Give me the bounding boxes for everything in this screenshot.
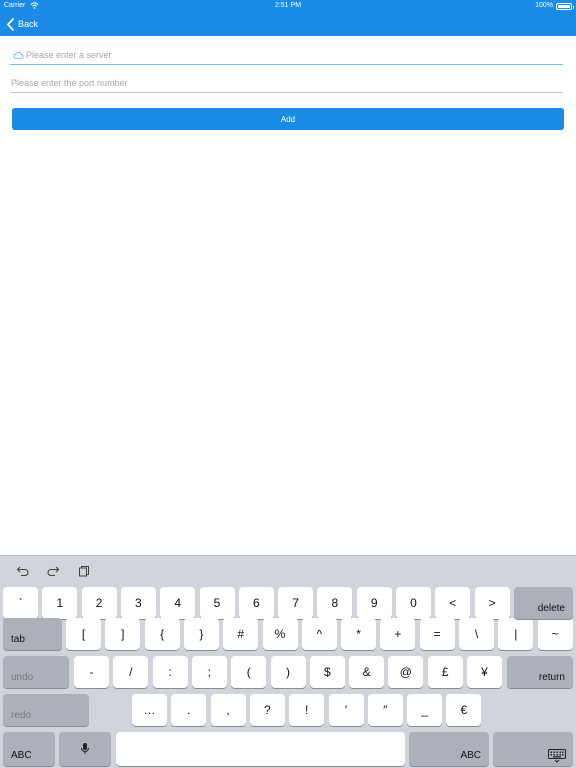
key-row2-5[interactable]: % xyxy=(262,618,298,650)
key-row1-2[interactable]: 2 xyxy=(81,587,117,619)
key-row1-12[interactable]: > xyxy=(474,587,510,619)
key-row2-9[interactable]: = xyxy=(419,618,455,650)
battery-icon xyxy=(556,3,574,10)
server-input[interactable] xyxy=(10,45,563,64)
key-row2-12[interactable]: ~ xyxy=(537,618,573,650)
battery-percent: 100% xyxy=(535,2,553,9)
key-row1-10[interactable]: 0 xyxy=(396,587,431,619)
tab-key[interactable]: tab xyxy=(3,618,62,650)
key-row3-1[interactable]: / xyxy=(113,656,149,688)
keyboard-dismiss-icon xyxy=(548,749,566,763)
keyboard-dismiss-key[interactable] xyxy=(493,732,573,766)
key-row2-3[interactable]: } xyxy=(183,618,219,650)
key-row4-5[interactable]: ′ xyxy=(328,694,364,726)
key-row2-7[interactable]: * xyxy=(341,618,377,650)
key-row2-8[interactable]: + xyxy=(380,618,416,650)
key-row3-8[interactable]: @ xyxy=(388,656,424,688)
delete-key[interactable]: delete xyxy=(514,587,573,619)
key-row3-3[interactable]: ; xyxy=(191,656,227,688)
port-field xyxy=(10,73,563,93)
key-row1-6[interactable]: 6 xyxy=(238,587,274,619)
key-row4-1[interactable]: . xyxy=(171,694,207,726)
key-row1-8[interactable]: 8 xyxy=(317,587,353,619)
key-row1-3[interactable]: 3 xyxy=(120,587,156,619)
undo-icon[interactable] xyxy=(16,565,30,577)
key-row1-4[interactable]: 4 xyxy=(160,587,196,619)
key-row2-2[interactable]: { xyxy=(144,618,180,650)
key-row4-3[interactable]: ? xyxy=(249,694,285,726)
return-key[interactable]: return xyxy=(507,656,573,688)
port-input[interactable] xyxy=(10,73,563,92)
key-row4-2[interactable]: , xyxy=(210,694,246,726)
dictation-key[interactable] xyxy=(59,732,111,766)
add-button[interactable]: Add xyxy=(12,108,564,130)
key-row3-9[interactable]: £ xyxy=(427,656,463,688)
back-label: Back xyxy=(18,19,39,29)
status-bar: Carrier 2:51 PM 100% xyxy=(0,0,576,12)
key-row3-2[interactable]: : xyxy=(152,656,188,688)
clock: 2:51 PM xyxy=(274,2,302,9)
key-row4-7[interactable]: _ xyxy=(407,694,443,726)
key-row1-9[interactable]: 9 xyxy=(356,587,392,619)
key-row3-4[interactable]: ( xyxy=(231,656,267,688)
server-field xyxy=(10,45,563,65)
paste-icon[interactable] xyxy=(77,565,91,577)
key-row3-5[interactable]: ) xyxy=(270,656,306,688)
abc-key-left[interactable]: ABC xyxy=(3,732,55,766)
key-row4-6[interactable]: ″ xyxy=(367,694,403,726)
key-row4-0[interactable]: … xyxy=(132,694,167,726)
cloud-icon xyxy=(13,51,24,59)
key-row3-6[interactable]: $ xyxy=(309,656,345,688)
abc-key-right[interactable]: ABC xyxy=(409,732,489,766)
key-row1-11[interactable]: < xyxy=(435,587,471,619)
space-key[interactable] xyxy=(116,732,405,766)
key-row3-7[interactable]: & xyxy=(349,656,385,688)
back-button[interactable]: Back xyxy=(6,16,38,32)
key-row2-11[interactable]: | xyxy=(498,618,534,650)
key-row1-0[interactable]: ` xyxy=(3,587,38,619)
redo-key[interactable]: redo xyxy=(3,694,89,726)
key-row4-8[interactable]: € xyxy=(446,694,482,726)
redo-icon[interactable] xyxy=(46,565,60,577)
key-row1-5[interactable]: 5 xyxy=(199,587,235,619)
key-row1-7[interactable]: 7 xyxy=(278,587,314,619)
key-row1-1[interactable]: 1 xyxy=(42,587,78,619)
key-row4-4[interactable]: ! xyxy=(289,694,325,726)
undo-key[interactable]: undo xyxy=(3,656,69,688)
key-row2-6[interactable]: ^ xyxy=(301,618,337,650)
keyboard: ` 1 2 3 4 5 6 7 8 9 0 < > []{} #% ^ * + = \ | ~ - /:;() $ & @ £ ¥ … xyxy=(0,555,576,768)
key-row3-10[interactable]: ¥ xyxy=(467,656,502,688)
key-row2-1[interactable]: ] xyxy=(105,618,141,650)
screen: { "status_bar": { "carrier": "Carrier", … xyxy=(0,0,576,768)
key-row2-0[interactable]: [ xyxy=(66,618,101,650)
chevron-left-icon xyxy=(7,17,14,31)
microphone-icon xyxy=(81,743,89,754)
key-row2-4[interactable]: # xyxy=(223,618,259,650)
key-row3-0[interactable]: - xyxy=(74,656,109,688)
navigation-bar: Carrier 2:51 PM 100% Back xyxy=(0,0,576,36)
key-row2-10[interactable]: \ xyxy=(459,618,494,650)
